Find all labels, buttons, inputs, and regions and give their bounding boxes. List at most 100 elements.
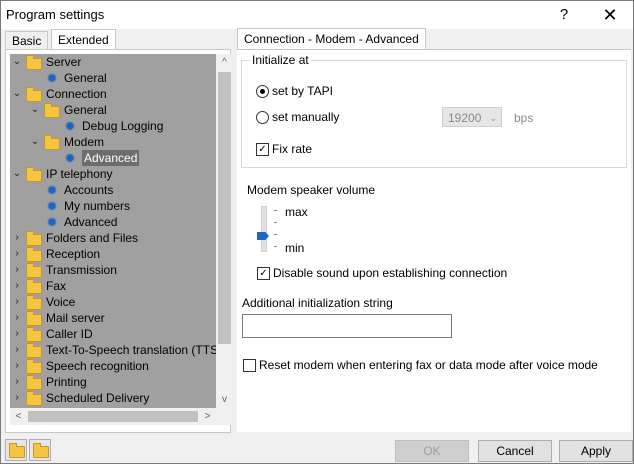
- tree-item-label: Text-To-Speech translation (TTS): [46, 343, 216, 357]
- tree-item-label: Advanced: [64, 215, 118, 229]
- folder-icon: [26, 375, 42, 390]
- initialize-group: Initialize at set by TAPI set manually 1…: [241, 53, 627, 168]
- tree-item-label: Server: [46, 55, 82, 69]
- radio-set-manually-label: set manually: [272, 110, 340, 124]
- radio-set-by-tapi-label: set by TAPI: [272, 84, 333, 98]
- folder-icon: [26, 167, 42, 182]
- speed-select[interactable]: 19200 ⌄: [442, 107, 502, 127]
- chevron-right-icon[interactable]: ›: [12, 246, 22, 262]
- init-string-label: Additional initialization string: [242, 296, 393, 310]
- folder-icon: [26, 311, 42, 326]
- chevron-right-icon[interactable]: ›: [12, 294, 22, 310]
- speed-unit: bps: [514, 111, 534, 125]
- folder-icon: [26, 231, 42, 246]
- chevron-right-icon[interactable]: ›: [12, 374, 22, 390]
- folder-icon: [33, 443, 49, 458]
- gear-icon: ✹: [64, 118, 76, 134]
- folder-icon: [44, 103, 60, 118]
- folder-icon: [26, 295, 42, 310]
- ok-button[interactable]: OK: [395, 440, 469, 462]
- tree-item-label: Speech recognition: [46, 359, 149, 373]
- title-bar: Program settings ? ✕: [1, 1, 633, 29]
- chevron-down-icon[interactable]: ⌄: [12, 54, 22, 70]
- slider-tick: [274, 246, 277, 247]
- chevron-down-icon: ⌄: [489, 113, 497, 123]
- slider-tick: [274, 222, 277, 223]
- folder-icon: [44, 135, 60, 150]
- chevron-down-icon[interactable]: ⌄: [30, 102, 40, 118]
- chevron-right-icon[interactable]: ›: [12, 342, 22, 358]
- folder-icon: [26, 87, 42, 102]
- tree-item-label: My numbers: [64, 199, 131, 213]
- horizontal-scroll-thumb[interactable]: [28, 411, 198, 422]
- disable-sound-label: Disable sound upon establishing connecti…: [273, 266, 508, 280]
- volume-slider-track[interactable]: [261, 206, 267, 252]
- chevron-right-icon[interactable]: ›: [12, 278, 22, 294]
- bottom-button-bar: OK Cancel Apply: [1, 433, 633, 463]
- tree-item-label: IP telephony: [46, 167, 113, 181]
- slider-tick: [274, 234, 277, 235]
- vertical-scroll-thumb[interactable]: [218, 72, 231, 344]
- tree-item-label: Connection: [46, 87, 107, 101]
- speed-value: 19200: [448, 111, 482, 125]
- cancel-button[interactable]: Cancel: [478, 440, 552, 462]
- scroll-left-arrow-icon[interactable]: <: [10, 408, 27, 425]
- chevron-right-icon[interactable]: ›: [12, 230, 22, 246]
- settings-tree[interactable]: ⌄ Server ✹ General ⌄ Connection ⌄ General ✹ Debug…: [10, 54, 216, 424]
- fix-rate-label: Fix rate: [272, 142, 313, 156]
- tab-extended[interactable]: Extended: [51, 29, 116, 50]
- tree-item-label: General: [64, 103, 107, 117]
- tab-connection-modem-advanced[interactable]: Connection - Modem - Advanced: [237, 28, 426, 49]
- volume-label: Modem speaker volume: [247, 183, 376, 197]
- folder-icon: [26, 247, 42, 262]
- folder-icon: [26, 279, 42, 294]
- radio-set-manually[interactable]: [256, 111, 269, 124]
- radio-set-by-tapi[interactable]: [256, 85, 269, 98]
- reset-modem-label: Reset modem when entering fax or data mo…: [259, 358, 598, 372]
- tree-item-label: Debug Logging: [82, 119, 164, 133]
- chevron-right-icon[interactable]: ›: [12, 390, 22, 406]
- chevron-down-icon[interactable]: ⌄: [12, 166, 22, 182]
- tree-item-label: Folders and Files: [46, 231, 139, 245]
- tree-item-label: Mail server: [46, 311, 105, 325]
- chevron-down-icon[interactable]: ⌄: [12, 86, 22, 102]
- tree-vertical-scrollbar[interactable]: ^ v: [216, 54, 233, 408]
- folder-icon: [26, 343, 42, 358]
- tree-horizontal-scrollbar[interactable]: < >: [10, 408, 233, 425]
- chevron-right-icon[interactable]: ›: [12, 326, 22, 342]
- chevron-right-icon[interactable]: ›: [12, 262, 22, 278]
- fix-rate-checkbox[interactable]: ✓: [256, 143, 269, 156]
- apply-button[interactable]: Apply: [559, 440, 633, 462]
- tab-basic[interactable]: Basic: [5, 31, 49, 50]
- settings-content: Initialize at set by TAPI set manually 1…: [237, 49, 631, 432]
- scroll-right-arrow-icon[interactable]: >: [199, 408, 216, 425]
- tree-item-label: Transmission: [46, 263, 117, 277]
- collapse-all-button[interactable]: [29, 439, 51, 461]
- volume-min-label: min: [285, 241, 305, 255]
- tree-item-label: Reception: [46, 247, 101, 261]
- help-button[interactable]: ?: [541, 1, 587, 29]
- scroll-down-arrow-icon[interactable]: v: [216, 391, 233, 408]
- tree-item-label: Voice: [46, 295, 76, 309]
- folder-icon: [26, 327, 42, 342]
- tree-item-label: Advanced: [82, 150, 140, 166]
- chevron-down-icon[interactable]: ⌄: [30, 134, 40, 150]
- reset-modem-checkbox[interactable]: [243, 359, 256, 372]
- volume-slider-thumb[interactable]: [257, 232, 269, 240]
- gear-icon: ✹: [46, 182, 58, 198]
- settings-tree-panel: ⌄ Server ✹ General ⌄ Connection ⌄ General ✹ Debug…: [5, 49, 233, 433]
- chevron-right-icon[interactable]: ›: [12, 310, 22, 326]
- gear-icon: ✹: [64, 150, 76, 166]
- folder-icon: [26, 359, 42, 374]
- tree-item-label: Accounts: [64, 183, 114, 197]
- tree-item-label: Caller ID: [46, 327, 93, 341]
- close-button[interactable]: ✕: [587, 1, 633, 29]
- chevron-right-icon[interactable]: ›: [12, 358, 22, 374]
- expand-all-button[interactable]: [5, 439, 27, 461]
- tree-item-label: General: [64, 71, 107, 85]
- volume-max-label: max: [285, 205, 308, 219]
- gear-icon: ✹: [46, 214, 58, 230]
- init-string-input[interactable]: [242, 314, 452, 338]
- scroll-up-arrow-icon[interactable]: ^: [216, 54, 233, 71]
- disable-sound-checkbox[interactable]: ✓: [257, 267, 270, 280]
